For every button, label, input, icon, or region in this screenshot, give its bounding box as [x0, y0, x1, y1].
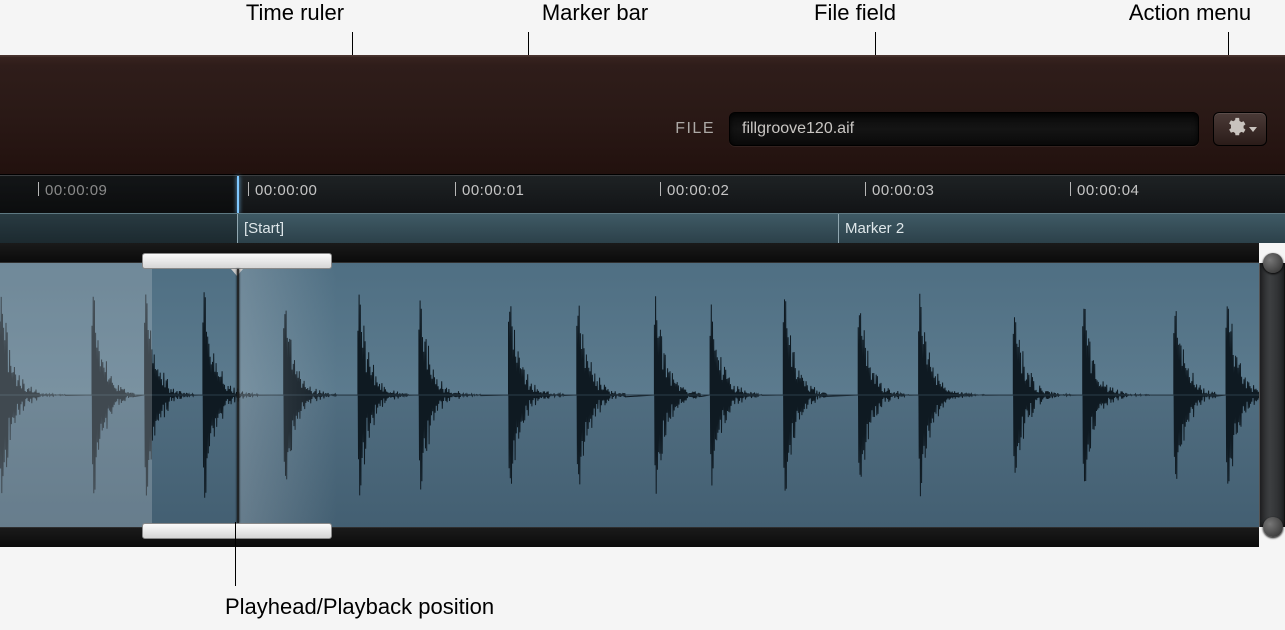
callout-label: File field: [780, 0, 930, 26]
editor-header: FILE fillgroove120.aif: [0, 55, 1285, 175]
ruler-tick-label: 00:00:02: [667, 182, 729, 199]
callout-marker-bar: Marker bar: [520, 0, 670, 30]
callout-label: Time ruler: [220, 0, 370, 26]
marker[interactable]: [Start]: [237, 214, 284, 244]
ruler-tick: 00:00:01: [455, 182, 524, 208]
ruler-tick: 00:00:00: [248, 182, 317, 208]
ruler-tick-label: 00:00:00: [255, 182, 317, 199]
callout-label: Playhead/Playback position: [225, 594, 494, 620]
marker[interactable]: Marker 2: [838, 214, 904, 244]
ruler-tick-label: 00:00:03: [872, 182, 934, 199]
time-ruler[interactable]: 00:00:09 00:00:00 00:00:01 00:00:02 00:00:03…: [0, 175, 1285, 213]
ruler-tick-label: 00:00:01: [462, 182, 524, 199]
callout-file-field: File field: [780, 0, 930, 30]
playhead-cue: [237, 176, 239, 214]
ruler-tick: 00:00:03: [865, 182, 934, 208]
scroll-cap[interactable]: [1259, 263, 1285, 527]
callout-label: Action menu: [1100, 0, 1280, 26]
callout-playhead: Playhead/Playback position: [225, 594, 494, 620]
playhead-handle-bottom[interactable]: [142, 523, 332, 539]
file-field[interactable]: fillgroove120.aif: [729, 112, 1199, 146]
callout-time-ruler: Time ruler: [220, 0, 370, 30]
gear-icon: [1224, 116, 1246, 143]
file-label: FILE: [675, 120, 715, 138]
ruler-tick: 00:00:04: [1070, 182, 1139, 208]
marker-bar[interactable]: [Start] Marker 2: [0, 213, 1285, 243]
ruler-tick-label: 00:00:09: [45, 182, 107, 199]
action-menu[interactable]: [1213, 112, 1267, 146]
waveform-area[interactable]: [0, 243, 1285, 543]
ruler-tick: 00:00:02: [660, 182, 729, 208]
ruler-tick: 00:00:09: [38, 182, 107, 208]
callout-action-menu: Action menu: [1100, 0, 1280, 30]
playhead-handle-top[interactable]: [142, 253, 332, 269]
callout-label: Marker bar: [520, 0, 670, 26]
chevron-down-icon: [1249, 127, 1257, 132]
waveform-canvas[interactable]: [0, 263, 1259, 527]
ruler-tick-label: 00:00:04: [1077, 182, 1139, 199]
playhead-line: [237, 269, 239, 523]
